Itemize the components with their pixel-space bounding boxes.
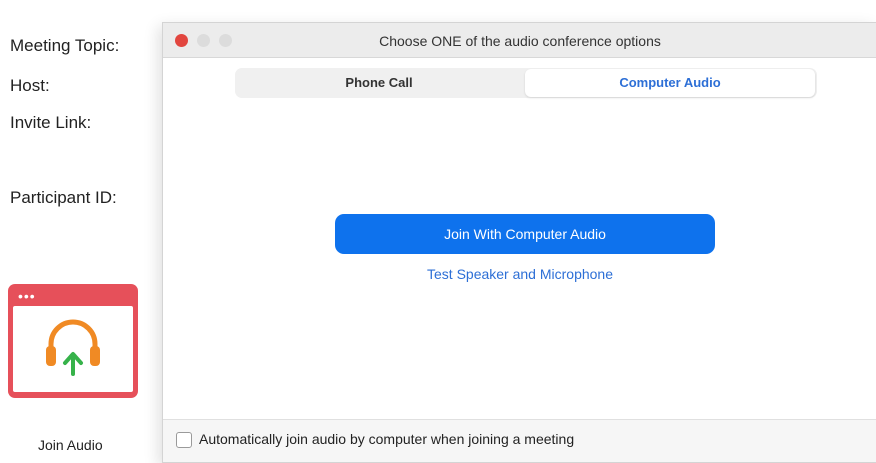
audio-mode-tabs: Phone Call Computer Audio <box>235 68 817 98</box>
dialog-titlebar: Choose ONE of the audio conference optio… <box>163 23 876 58</box>
tab-phone-call[interactable]: Phone Call <box>235 68 523 98</box>
tile-inner <box>13 306 133 392</box>
audio-options-dialog: Choose ONE of the audio conference optio… <box>162 22 876 463</box>
meeting-topic-label: Meeting Topic: <box>10 36 120 55</box>
auto-join-checkbox[interactable] <box>176 432 192 448</box>
join-computer-audio-button[interactable]: Join With Computer Audio <box>335 214 715 254</box>
join-audio-label: Join Audio <box>38 437 103 453</box>
dialog-title: Choose ONE of the audio conference optio… <box>379 33 661 49</box>
tile-dots: ••• <box>18 288 36 304</box>
dialog-footer: Automatically join audio by computer whe… <box>163 419 876 462</box>
auto-join-label[interactable]: Automatically join audio by computer whe… <box>199 431 574 447</box>
host-label: Host: <box>10 76 50 95</box>
headphones-icon <box>46 319 100 376</box>
tab-computer-audio[interactable]: Computer Audio <box>525 69 815 97</box>
join-audio-tile[interactable]: ••• <box>8 284 138 398</box>
invite-link-label: Invite Link: <box>10 113 92 132</box>
participant-id-label: Participant ID: <box>10 188 117 207</box>
test-speaker-microphone-link[interactable]: Test Speaker and Microphone <box>163 266 876 282</box>
